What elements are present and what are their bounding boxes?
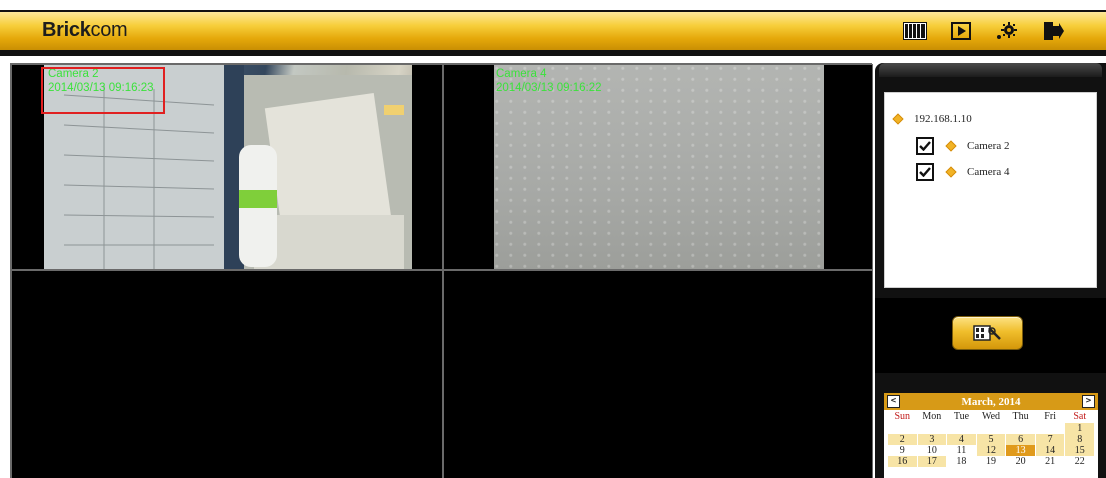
brickcom-logo: Brickcom [42, 19, 128, 42]
camera-4-name: Camera 4 [496, 68, 547, 80]
video-cell-3[interactable] [11, 270, 443, 478]
calendar-day[interactable]: 22 [1065, 456, 1094, 467]
calendar-day[interactable]: 1 [1065, 423, 1094, 434]
weekday-sun: Sun [894, 411, 911, 422]
calendar-day[interactable]: 21 [1036, 456, 1065, 467]
weekday-tue: Tue [953, 411, 970, 422]
calendar-day[interactable]: 15 [1065, 445, 1094, 456]
weekday-mon: Mon [922, 411, 942, 422]
camera-4-label[interactable]: Camera 4 [967, 166, 1009, 178]
calendar-day[interactable]: 8 [1065, 434, 1094, 445]
calendar-day[interactable]: 11 [947, 445, 976, 456]
video-cell-1[interactable]: Camera 2 2014/03/13 09:16:23 [11, 64, 443, 270]
calendar-blank [1036, 423, 1065, 434]
calendar-day[interactable]: 7 [1035, 434, 1065, 445]
calendar-next-button[interactable]: > [1082, 395, 1095, 408]
host-label: 192.168.1.10 [914, 113, 972, 125]
calendar-day[interactable]: 14 [1035, 445, 1065, 456]
calendar-day[interactable]: 5 [976, 434, 1006, 445]
calendar-day[interactable]: 17 [917, 456, 947, 467]
camera-tree: 192.168.1.10 Camera 2 Camera 4 [884, 92, 1097, 288]
panel-header [879, 63, 1102, 77]
calendar-blank [918, 423, 947, 434]
search-playback-button[interactable] [952, 316, 1023, 350]
calendar-weekdays: Sun Mon Tue Wed Thu Fri Sat [884, 410, 1098, 423]
calendar-day[interactable]: 10 [918, 445, 947, 456]
video-cell-2[interactable]: Camera 4 2014/03/13 09:16:22 [443, 64, 873, 270]
video-cell-4[interactable] [443, 270, 873, 478]
calendar-blank [977, 423, 1006, 434]
calendar-blank [947, 423, 976, 434]
tree-camera-2-row: Camera 2 [916, 137, 1009, 155]
calendar-month-title: March, 2014 [961, 395, 1021, 408]
tree-camera-4-row: Camera 4 [916, 163, 1009, 181]
layout-icon[interactable] [902, 20, 928, 42]
device-icon [893, 114, 904, 125]
logo-light-text: com [90, 19, 128, 41]
calendar-day[interactable]: 20 [1006, 456, 1035, 467]
camera-4-feed: Camera 4 2014/03/13 09:16:22 [494, 65, 824, 269]
main-stage: Camera 2 2014/03/13 09:16:23 Camera 4 20… [0, 56, 1106, 478]
weekday-wed: Wed [981, 411, 1001, 422]
calendar-header: < March, 2014 > [884, 393, 1098, 410]
logo-bold-text: Brick [42, 19, 91, 41]
logout-icon[interactable] [1040, 20, 1066, 42]
calendar-prev-button[interactable]: < [887, 395, 900, 408]
calendar-day[interactable]: 12 [976, 445, 1006, 456]
weekday-sat: Sat [1073, 411, 1087, 422]
calendar-day[interactable]: 3 [917, 434, 947, 445]
camera-2-checkbox[interactable] [916, 137, 934, 155]
calendar: < March, 2014 > Sun Mon Tue Wed Thu Fri … [884, 393, 1098, 478]
calendar-day[interactable]: 13 [1006, 445, 1035, 456]
playback-icon[interactable] [948, 20, 974, 42]
calendar-day[interactable]: 2 [888, 434, 917, 445]
calendar-days: 1 2 3 4 5 6 7 8 9 10 11 12 13 14 15 16 17 18 19 20 21 22 [884, 423, 1098, 467]
camera-2-label[interactable]: Camera 2 [967, 140, 1009, 152]
calendar-day[interactable]: 9 [888, 445, 917, 456]
camera-4-overlay: Camera 4 2014/03/13 09:16:22 [496, 67, 602, 95]
selection-box [41, 67, 165, 114]
camera-4-checkbox[interactable] [916, 163, 934, 181]
camera-icon [946, 141, 957, 152]
calendar-day[interactable]: 16 [888, 456, 917, 467]
weekday-fri: Fri [1044, 411, 1056, 422]
calendar-day[interactable]: 6 [1006, 434, 1035, 445]
camera-4-timestamp: 2014/03/13 09:16:22 [496, 82, 602, 94]
calendar-blank [1006, 423, 1035, 434]
settings-icon[interactable] [994, 20, 1020, 42]
calendar-blank [888, 423, 917, 434]
top-toolbar: Brickcom [0, 10, 1106, 56]
film-search-icon [972, 325, 1001, 341]
calendar-day[interactable]: 18 [947, 456, 976, 467]
calendar-day[interactable]: 19 [977, 456, 1006, 467]
calendar-day[interactable]: 4 [947, 434, 976, 445]
camera-icon [946, 167, 957, 178]
video-grid: Camera 2 2014/03/13 09:16:23 Camera 4 20… [10, 63, 873, 478]
weekday-thu: Thu [1012, 411, 1029, 422]
right-panel: 192.168.1.10 Camera 2 Camera 4 < March, … [875, 63, 1106, 478]
tree-host-row[interactable]: 192.168.1.10 [893, 113, 972, 125]
